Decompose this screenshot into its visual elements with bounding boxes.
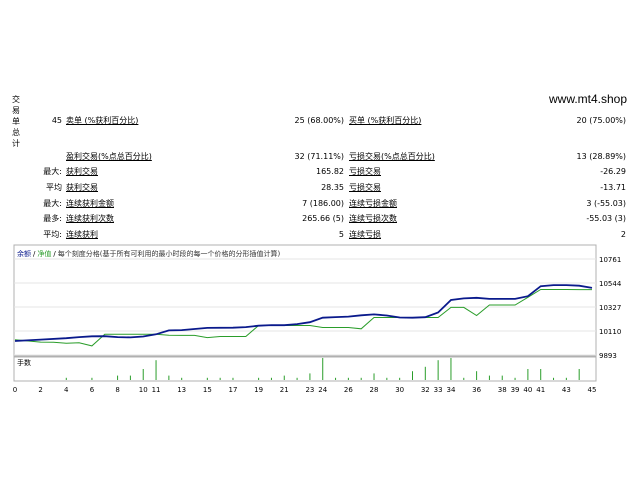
chart-frame xyxy=(13,244,597,357)
x-tick-22: 39 xyxy=(511,386,520,394)
x-tick-3: 6 xyxy=(90,386,95,394)
x-tick-13: 24 xyxy=(318,386,327,394)
legend-description: 每个刻度分格(基于所有可利用的最小时段的每一个价格的分形插值计算) xyxy=(58,249,281,258)
x-tick-9: 17 xyxy=(229,386,238,394)
x-tick-16: 30 xyxy=(395,386,404,394)
x-tick-12: 23 xyxy=(305,386,314,394)
x-tick-19: 34 xyxy=(446,386,455,394)
y-tick-4: 9893 xyxy=(599,352,617,360)
x-tick-5: 10 xyxy=(139,386,148,394)
x-tick-23: 40 xyxy=(523,386,532,394)
x-tick-24: 41 xyxy=(536,386,545,394)
x-axis: 0 2 4 6 8 10 11 13 15 17 19 21 23 24 26 28 30 32 33 34 36 38 3… xyxy=(13,386,597,394)
equity-chart: 107611054410327101109893 0 2 4 6 8 10 11 13 15 17… xyxy=(13,244,622,394)
x-tick-6: 11 xyxy=(152,386,161,394)
x-tick-0: 0 xyxy=(13,386,17,394)
y-tick-3: 10110 xyxy=(599,328,621,336)
x-tick-10: 19 xyxy=(254,386,263,394)
x-tick-7: 13 xyxy=(177,386,186,394)
y-tick-2: 10327 xyxy=(599,304,621,312)
x-tick-2: 4 xyxy=(64,386,69,394)
x-tick-26: 45 xyxy=(588,386,597,394)
legend-equity: 净值 xyxy=(37,249,51,258)
y-tick-1: 10544 xyxy=(599,280,622,288)
y-tick-0: 10761 xyxy=(599,256,621,264)
x-tick-18: 33 xyxy=(434,386,443,394)
x-tick-17: 32 xyxy=(421,386,430,394)
volume-label: 手数 xyxy=(17,358,31,367)
volume-frame xyxy=(13,356,597,382)
x-tick-8: 15 xyxy=(203,386,212,394)
x-tick-15: 28 xyxy=(370,386,379,394)
x-tick-11: 21 xyxy=(280,386,289,394)
legend-balance: 余额 xyxy=(17,249,31,258)
y-axis: 10761 10544 10327 10110 9893 xyxy=(599,256,622,360)
x-tick-4: 8 xyxy=(115,386,119,394)
x-tick-14: 26 xyxy=(344,386,353,394)
x-tick-1: 2 xyxy=(38,386,42,394)
x-tick-21: 38 xyxy=(498,386,507,394)
x-tick-25: 43 xyxy=(562,386,571,394)
x-tick-20: 36 xyxy=(472,386,481,394)
